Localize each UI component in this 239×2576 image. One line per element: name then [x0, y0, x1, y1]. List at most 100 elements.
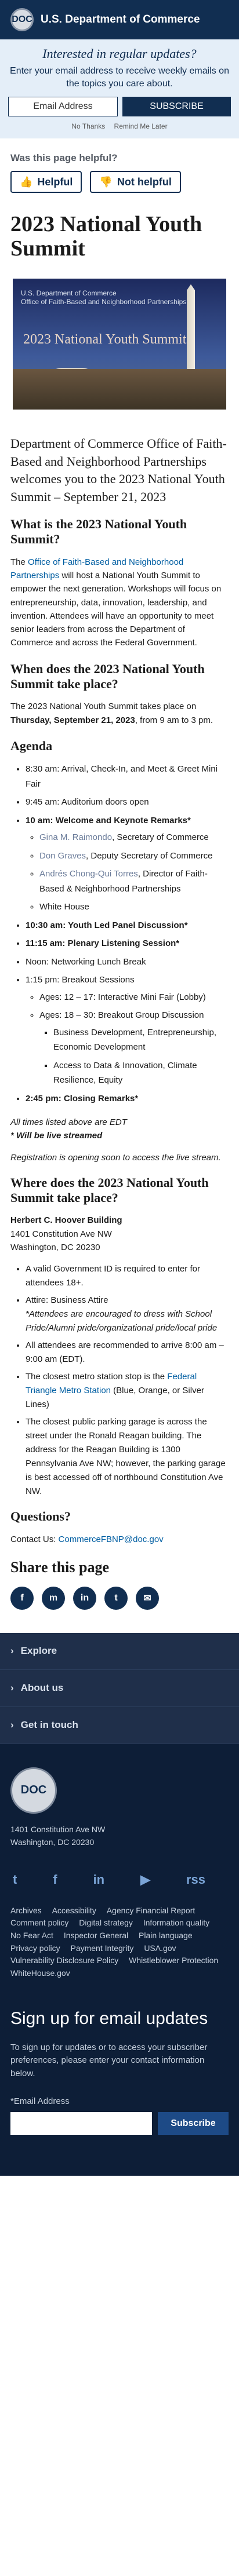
contact-line: Contact Us: CommerceFBNP@doc.gov	[10, 1533, 229, 1546]
signup-email-input[interactable]: Email Address	[8, 97, 118, 117]
legal-link[interactable]: Agency Financial Report	[107, 1905, 195, 1917]
no-thanks-link[interactable]: No Thanks	[71, 122, 105, 130]
about-label: About us	[20, 1682, 64, 1694]
agenda-item: 10 am: Welcome and Keynote Remarks* Gina…	[26, 813, 229, 915]
what-rest: will host a National Youth Summit to emp…	[10, 571, 222, 648]
facebook-icon[interactable]: f	[53, 1872, 57, 1887]
legal-link[interactable]: Vulnerability Disclosure Policy	[10, 1954, 118, 1967]
hero-title: 2023 National Youth Summit	[23, 331, 187, 347]
what-heading: What is the 2023 National Youth Summit?	[10, 516, 187, 547]
when-body: The 2023 National Youth Summit takes pla…	[10, 700, 229, 727]
footer-subscribe-button[interactable]: Subscribe	[158, 2112, 229, 2136]
explore-toggle[interactable]: › Explore	[0, 1633, 239, 1670]
where-item: The closest metro station stop is the Fe…	[26, 1370, 229, 1412]
agenda-item: 2:45 pm: Closing Remarks*	[26, 1091, 229, 1106]
legal-link[interactable]: Information quality	[143, 1917, 209, 1930]
page-title: 2023 National Youth Summit	[10, 212, 202, 261]
linkedin-icon[interactable]: in	[73, 1586, 96, 1610]
explore-label: Explore	[20, 1645, 57, 1657]
share-buttons: f m in t ✉	[10, 1586, 229, 1610]
site-brand[interactable]: U.S. Department of Commerce	[41, 13, 200, 26]
legal-link[interactable]: Whistleblower Protection	[129, 1954, 218, 1967]
rss-icon[interactable]: rss	[186, 1872, 205, 1887]
agenda-note-registration: Registration is opening soon to access t…	[10, 1153, 221, 1163]
legal-link[interactable]: Payment Integrity	[70, 1942, 133, 1955]
speaker-role: , Secretary of Commerce	[112, 832, 209, 843]
where-address: Herbert C. Hoover Building 1401 Constitu…	[10, 1214, 229, 1254]
contact-email-link[interactable]: CommerceFBNP@doc.gov	[59, 1534, 164, 1544]
contact-toggle[interactable]: › Get in touch	[0, 1707, 239, 1744]
metro-prefix: The closest metro station stop is the	[26, 1372, 165, 1382]
when-heading: When does the 2023 National Youth Summit…	[10, 661, 205, 691]
agenda-item: 8:30 am: Arrival, Check-In, and Meet & G…	[26, 762, 229, 791]
agenda-heading: Agenda	[10, 738, 53, 753]
doc-seal-icon[interactable]: DOC	[10, 8, 34, 31]
legal-link[interactable]: Digital strategy	[79, 1917, 133, 1930]
speaker-link[interactable]: Gina M. Raimondo	[39, 832, 112, 842]
helpful-widget: Was this page helpful? 👍 Helpful 👎 Not h…	[0, 138, 239, 199]
signup-panel: Interested in regular updates? Enter you…	[0, 39, 239, 139]
legal-link[interactable]: No Fear Act	[10, 1930, 53, 1942]
speaker-role: , Deputy Secretary of Commerce	[86, 850, 213, 861]
remind-later-link[interactable]: Remind Me Later	[114, 122, 168, 130]
helpful-button[interactable]: 👍 Helpful	[10, 171, 82, 193]
about-toggle[interactable]: › About us	[0, 1670, 239, 1707]
footer-addr-line1: 1401 Constitution Ave NW	[10, 1824, 106, 1834]
legal-links: Archives Accessibility Agency Financial …	[10, 1905, 229, 1980]
footer-email-input[interactable]	[10, 2112, 152, 2136]
legal-link[interactable]: Accessibility	[52, 1905, 96, 1917]
where-street: 1401 Constitution Ave NW	[10, 1229, 112, 1239]
legal-link[interactable]: Plain language	[139, 1930, 193, 1942]
signup-title: Interested in regular updates?	[42, 46, 197, 61]
when-date: Thursday, September 21, 2023	[10, 715, 135, 725]
speaker-item: Don Graves, Deputy Secretary of Commerce	[39, 849, 229, 864]
legal-link[interactable]: WhiteHouse.gov	[10, 1967, 70, 1980]
footer-email-label: *Email Address	[10, 2096, 70, 2107]
facebook-icon[interactable]: f	[10, 1586, 34, 1610]
not-helpful-button[interactable]: 👎 Not helpful	[90, 171, 181, 193]
linkedin-icon[interactable]: in	[93, 1872, 105, 1887]
agenda-item-text: 10 am: Welcome and Keynote Remarks*	[26, 815, 191, 825]
speaker-link[interactable]: Don Graves	[39, 851, 86, 861]
breakout-text: Ages: 18 – 30: Breakout Group Discussion	[39, 1010, 204, 1021]
not-helpful-label: Not helpful	[117, 176, 172, 188]
breakout-item: Ages: 12 – 17: Interactive Mini Fair (Lo…	[39, 990, 229, 1005]
footer-addr-line2: Washington, DC 20230	[10, 1837, 95, 1847]
twitter-icon[interactable]: t	[13, 1872, 17, 1887]
chevron-right-icon: ›	[10, 1682, 14, 1694]
agenda-item: 11:15 am: Plenary Listening Session*	[26, 936, 229, 951]
twitter-icon[interactable]: t	[104, 1586, 128, 1610]
agenda-note-times: All times listed above are EDT	[10, 1117, 127, 1128]
youtube-icon[interactable]: ▶	[140, 1872, 150, 1887]
where-item: All attendees are recommended to arrive …	[26, 1339, 229, 1366]
subscribe-button[interactable]: SUBSCRIBE	[122, 97, 231, 117]
share-heading: Share this page	[10, 1558, 109, 1576]
legal-link[interactable]: Archives	[10, 1905, 42, 1917]
signup-lead: Enter your email address to receive week…	[10, 66, 229, 89]
footer-menu: › Explore › About us › Get in touch	[0, 1632, 239, 1744]
speaker-link[interactable]: Andrés Chong-Qui Torres	[39, 869, 138, 879]
messenger-icon[interactable]: m	[42, 1586, 65, 1610]
site-footer: DOC 1401 Constitution Ave NW Washington,…	[0, 1744, 239, 1992]
legal-link[interactable]: USA.gov	[144, 1942, 176, 1955]
agenda-item-text: 1:15 pm: Breakout Sessions	[26, 975, 135, 985]
when-rest: , from 9 am to 3 pm.	[135, 715, 213, 725]
agenda-item: 1:15 pm: Breakout Sessions Ages: 12 – 17…	[26, 973, 229, 1088]
attire-text: Attire: Business Attire	[26, 1295, 108, 1306]
email-icon[interactable]: ✉	[136, 1586, 159, 1610]
monument-graphic	[187, 284, 195, 383]
thumbs-up-icon: 👍	[20, 176, 33, 188]
helpful-label: Helpful	[37, 176, 73, 188]
where-list: A valid Government ID is required to ent…	[10, 1262, 229, 1499]
legal-link[interactable]: Inspector General	[64, 1930, 128, 1942]
where-building: Herbert C. Hoover Building	[10, 1215, 122, 1226]
when-prefix: The 2023 National Youth Summit takes pla…	[10, 701, 197, 712]
where-item: Attire: Business Attire *Attendees are en…	[26, 1294, 229, 1335]
site-header: DOC U.S. Department of Commerce	[0, 0, 239, 39]
legal-link[interactable]: Privacy policy	[10, 1942, 60, 1955]
contact-prefix: Contact Us:	[10, 1534, 56, 1544]
doc-seal-icon[interactable]: DOC	[10, 1767, 57, 1814]
agenda-note-stream: * Will be live streamed	[10, 1130, 103, 1141]
trees-graphic	[13, 368, 226, 410]
legal-link[interactable]: Comment policy	[10, 1917, 68, 1930]
